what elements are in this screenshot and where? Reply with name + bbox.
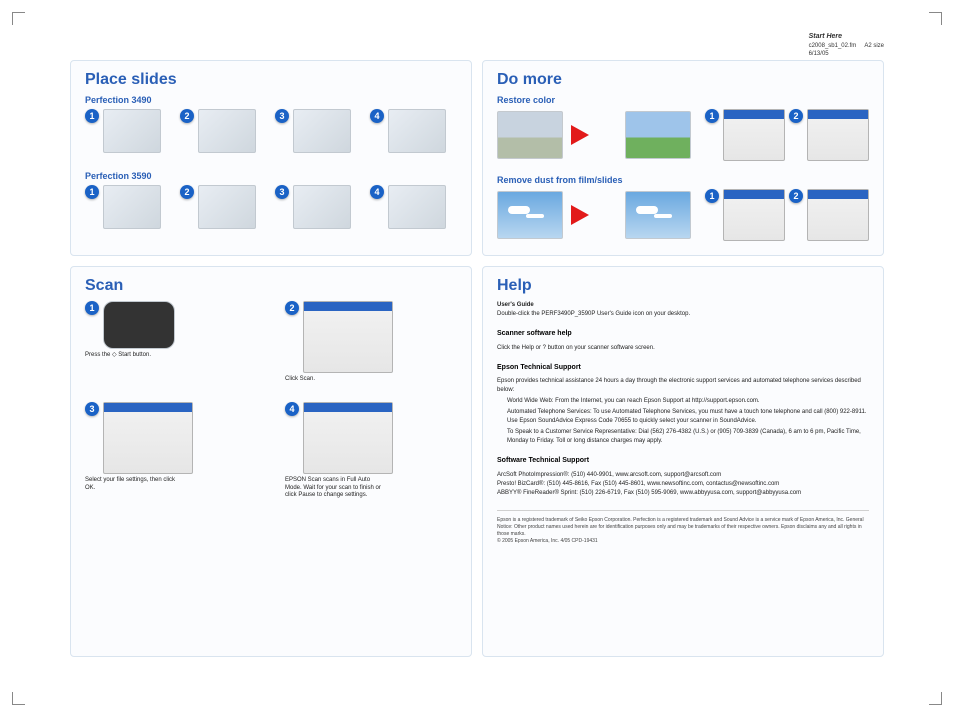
photo-before [497, 191, 563, 239]
crop-mark [12, 692, 25, 705]
step-number: 1 [85, 301, 99, 315]
scan-step-1: 1 Press the ◇ Start button. [85, 301, 257, 384]
scan-grid: 1 Press the ◇ Start button. 2 Click Scan… [85, 301, 457, 500]
step-number: 4 [370, 109, 384, 123]
doc-file-row: c2008_sb1_02.fm A2 size [809, 42, 884, 50]
support-presto: Presto! BizCard®: (510) 445-8616, Fax (5… [497, 480, 869, 489]
scanner-thumb [388, 185, 446, 229]
scan-step-2: 2 Click Scan. [285, 301, 457, 384]
doc-file: c2008_sb1_02.fm [809, 43, 857, 49]
step: 2 [180, 185, 267, 229]
scan-step-4-caption: EPSON Scan scans in Full Auto Mode. Wait… [285, 477, 385, 500]
step-number: 2 [180, 185, 194, 199]
scanner-thumb [103, 185, 161, 229]
arrow-icon [571, 205, 617, 225]
arrow-icon [571, 125, 617, 145]
step-number: 2 [285, 301, 299, 315]
epson-support-intro: Epson provides technical assistance 24 h… [497, 377, 869, 395]
step: 3 [275, 109, 362, 153]
doc-title: Start Here [809, 32, 884, 42]
scanner-thumb [388, 109, 446, 153]
software-help-head: Scanner software help [497, 329, 869, 340]
step-number: 1 [705, 109, 719, 123]
scanner-thumb [293, 185, 351, 229]
photo-after [625, 111, 691, 159]
model-3490-row: 1 2 3 4 [85, 109, 457, 153]
model-3490-heading: Perfection 3490 [85, 95, 457, 105]
support-arcsoft: ArcSoft PhotoImpression®: (510) 440-9901… [497, 471, 869, 480]
scan-title: Scan [85, 277, 457, 295]
epson-support-head: Epson Technical Support [497, 363, 869, 374]
place-slides-panel: Place slides Perfection 3490 1 2 3 4 Per… [70, 60, 472, 256]
step-number: 2 [789, 109, 803, 123]
step-number: 2 [180, 109, 194, 123]
step: 4 [370, 185, 457, 229]
page-grid: Place slides Perfection 3490 1 2 3 4 Per… [70, 60, 884, 657]
dialog-thumb [303, 402, 393, 474]
step-number: 1 [705, 189, 719, 203]
photo-after [625, 191, 691, 239]
support-rep: To Speak to a Customer Service Represent… [507, 428, 869, 446]
photo-before [497, 111, 563, 159]
scan-step-3: 3 Select your file settings, then click … [85, 402, 257, 500]
crop-mark [929, 692, 942, 705]
step: 2 [180, 109, 267, 153]
do-more-panel: Do more Restore color 1 2 Remove dust fr… [482, 60, 884, 256]
step: 1 [85, 185, 172, 229]
scanner-device-thumb [103, 301, 175, 349]
scan-step-2-caption: Click Scan. [285, 376, 315, 384]
step: 3 [275, 185, 362, 229]
step-number: 1 [85, 185, 99, 199]
step-number: 3 [85, 402, 99, 416]
model-3590-row: 1 2 3 4 [85, 185, 457, 229]
step-number: 4 [285, 402, 299, 416]
scanner-thumb [103, 109, 161, 153]
help-body: User's Guide Double-click the PERF3490P_… [497, 301, 869, 545]
scan-panel: Scan 1 Press the ◇ Start button. 2 Click… [70, 266, 472, 657]
place-slides-title: Place slides [85, 71, 457, 89]
step-number: 4 [370, 185, 384, 199]
scan-step-3-caption: Select your file settings, then click OK… [85, 477, 185, 493]
step-number: 3 [275, 109, 289, 123]
scanner-thumb [293, 109, 351, 153]
step-number: 3 [275, 185, 289, 199]
legal-footer: Epson is a registered trademark of Seiko… [497, 510, 869, 545]
support-www: World Wide Web: From the Internet, you c… [507, 397, 869, 406]
dialog-thumb [723, 109, 785, 161]
restore-color-row: 1 2 [497, 109, 869, 161]
restore-color-heading: Restore color [497, 95, 869, 105]
scan-step-1-caption: Press the ◇ Start button. [85, 352, 151, 360]
dialog-thumb [723, 189, 785, 241]
dialog-thumb [807, 109, 869, 161]
legal-line-2: © 2005 Epson America, Inc. 4/05 CPD-1943… [497, 538, 869, 545]
remove-dust-heading: Remove dust from film/slides [497, 175, 869, 185]
legal-line-1: Epson is a registered trademark of Seiko… [497, 517, 869, 538]
remove-dust-row: 1 2 [497, 189, 869, 241]
dialog-thumb [103, 402, 193, 474]
model-3590-heading: Perfection 3590 [85, 171, 457, 181]
dialog-thumb [303, 301, 393, 373]
step-number: 1 [85, 109, 99, 123]
scanner-thumb [198, 109, 256, 153]
software-help-body: Click the Help or ? button on your scann… [497, 344, 869, 353]
users-guide-body: Double-click the PERF3490P_3590P User's … [497, 310, 869, 319]
support-ats: Automated Telephone Services: To use Aut… [507, 408, 869, 426]
scanner-thumb [198, 185, 256, 229]
crop-mark [929, 12, 942, 25]
users-guide-head: User's Guide [497, 302, 534, 308]
crop-mark [12, 12, 25, 25]
help-panel: Help User's Guide Double-click the PERF3… [482, 266, 884, 657]
scan-step-4: 4 EPSON Scan scans in Full Auto Mode. Wa… [285, 402, 457, 500]
help-title: Help [497, 277, 869, 295]
doc-size: A2 size [864, 43, 884, 49]
do-more-title: Do more [497, 71, 869, 89]
doc-metadata: Start Here c2008_sb1_02.fm A2 size 6/13/… [809, 32, 884, 59]
step: 1 [85, 109, 172, 153]
step-number: 2 [789, 189, 803, 203]
doc-date: 6/13/05 [809, 50, 884, 58]
software-support-head: Software Technical Support [497, 456, 869, 467]
dialog-thumb [807, 189, 869, 241]
support-abbyy: ABBYY® FineReader® Sprint: (510) 226-671… [497, 489, 869, 498]
step: 4 [370, 109, 457, 153]
